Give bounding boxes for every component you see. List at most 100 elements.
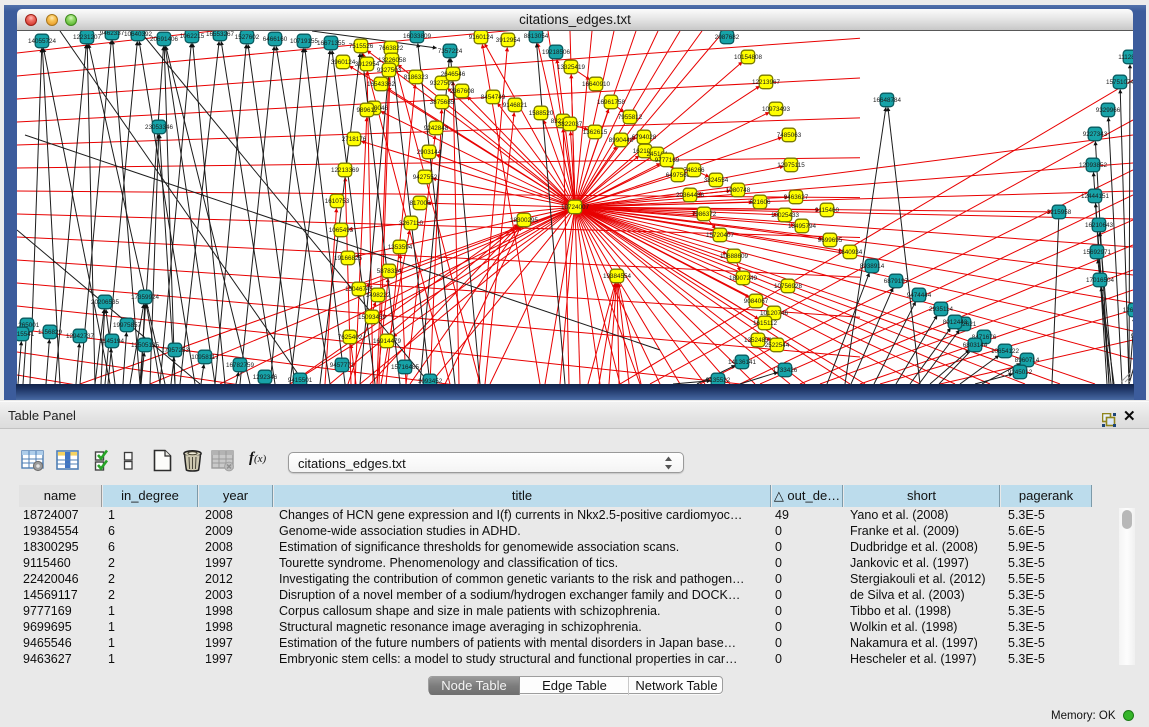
svg-text:14055724: 14055724 <box>28 38 57 45</box>
svg-text:3822037: 3822037 <box>558 121 583 128</box>
svg-text:10688609: 10688609 <box>720 253 749 260</box>
svg-text:1156829: 1156829 <box>38 329 63 336</box>
svg-text:8186323: 8186323 <box>404 74 429 81</box>
svg-text:10719155: 10719155 <box>290 38 319 45</box>
svg-text:3960124: 3960124 <box>331 59 356 66</box>
svg-text:16961758: 16961758 <box>597 99 626 106</box>
svg-text:989612: 989612 <box>356 107 378 114</box>
svg-text:19218506: 19218506 <box>542 49 571 56</box>
svg-text:2718176: 2718176 <box>342 136 367 143</box>
svg-text:9457771: 9457771 <box>330 362 355 369</box>
svg-text:9135522: 9135522 <box>706 377 731 384</box>
svg-text:1640934: 1640934 <box>838 249 863 256</box>
svg-text:9329966: 9329966 <box>1096 107 1121 114</box>
svg-text:10756928: 10756928 <box>774 283 803 290</box>
svg-text:10654122: 10654122 <box>991 348 1020 355</box>
svg-text:17957253: 17957253 <box>161 347 190 354</box>
svg-text:7515526: 7515526 <box>349 43 374 50</box>
svg-text:8990448: 8990448 <box>609 137 634 144</box>
svg-text:14136141: 14136141 <box>728 359 757 366</box>
svg-text:16671355: 16671355 <box>317 40 346 47</box>
svg-text:1145194: 1145194 <box>100 338 125 345</box>
svg-text:2087682: 2087682 <box>715 34 740 41</box>
svg-text:16914479: 16914479 <box>373 338 402 345</box>
svg-text:12093852: 12093852 <box>1079 162 1108 169</box>
svg-text:9415501: 9415501 <box>288 377 313 384</box>
svg-text:9245012: 9245012 <box>1131 333 1133 340</box>
svg-text:1267534: 1267534 <box>1123 307 1133 314</box>
svg-text:3912954: 3912954 <box>496 37 521 44</box>
svg-text:19166825: 19166825 <box>334 255 363 262</box>
svg-text:16553267: 16553267 <box>206 31 235 38</box>
svg-text:15093459: 15093459 <box>358 314 387 321</box>
svg-text:6803144: 6803144 <box>963 342 988 349</box>
svg-text:7625402: 7625402 <box>338 334 363 341</box>
svg-text:1498222: 1498222 <box>366 292 391 299</box>
svg-text:1080748: 1080748 <box>726 187 751 194</box>
svg-text:16543362: 16543362 <box>367 81 396 88</box>
svg-text:2935114: 2935114 <box>929 306 954 313</box>
svg-text:3875685: 3875685 <box>430 99 455 106</box>
svg-text:20364436: 20364436 <box>676 192 705 199</box>
svg-text:12444151: 12444151 <box>1081 193 1110 200</box>
svg-text:6794028: 6794028 <box>632 134 657 141</box>
svg-text:8813054: 8813054 <box>524 33 549 40</box>
svg-text:2367608: 2367608 <box>450 88 475 95</box>
svg-text:7986372: 7986372 <box>692 211 717 218</box>
svg-text:12231207: 12231207 <box>73 34 102 41</box>
svg-text:16782759: 16782759 <box>226 362 255 369</box>
svg-text:8012443: 8012443 <box>943 319 968 326</box>
svg-text:9227343: 9227343 <box>1083 131 1108 138</box>
svg-text:19384554: 19384554 <box>603 273 632 280</box>
svg-text:19975857: 19975857 <box>113 322 142 329</box>
svg-text:9474444: 9474444 <box>907 292 932 299</box>
svg-text:3824554: 3824554 <box>704 177 729 184</box>
svg-text:746266: 746266 <box>683 167 705 174</box>
svg-text:15716485: 15716485 <box>391 364 420 371</box>
svg-text:9245012: 9245012 <box>1008 369 1033 376</box>
svg-text:10973493: 10973493 <box>762 106 791 113</box>
svg-text:12213369: 12213369 <box>331 167 360 174</box>
svg-text:9462337: 9462337 <box>100 31 125 37</box>
svg-text:1062215: 1062215 <box>180 33 205 40</box>
svg-text:9146821: 9146821 <box>503 102 528 109</box>
svg-text:15720407: 15720407 <box>706 232 735 239</box>
svg-text:1588520: 1588520 <box>529 110 554 117</box>
svg-text:12942737: 12942737 <box>66 333 95 340</box>
svg-text:621606: 621606 <box>749 199 771 206</box>
svg-text:9427552: 9427552 <box>413 174 438 181</box>
svg-text:3215958: 3215958 <box>1047 209 1072 216</box>
svg-text:15751074: 15751074 <box>1106 79 1133 86</box>
svg-text:1615112: 1615112 <box>753 320 778 327</box>
svg-text:20206535: 20206535 <box>91 299 120 306</box>
svg-text:7357224: 7357224 <box>438 48 463 55</box>
svg-text:9115460: 9115460 <box>815 207 840 214</box>
svg-text:18724007: 18724007 <box>561 204 590 211</box>
svg-text:13495794: 13495794 <box>788 223 817 230</box>
svg-text:6879197: 6879197 <box>884 278 909 285</box>
svg-text:9463627: 9463627 <box>784 194 809 201</box>
svg-text:10025433: 10025433 <box>771 212 800 219</box>
svg-text:1292346: 1292346 <box>253 374 278 381</box>
svg-text:7485063: 7485063 <box>777 132 802 139</box>
svg-text:9084067: 9084067 <box>744 298 769 305</box>
svg-text:1112804: 1112804 <box>1118 54 1133 61</box>
svg-text:16648784: 16648784 <box>873 97 902 104</box>
svg-text:9699695: 9699695 <box>818 237 843 244</box>
svg-text:23053346: 23053346 <box>145 124 174 131</box>
svg-text:1610753: 1610753 <box>325 198 350 205</box>
svg-text:7955812: 7955812 <box>618 114 643 121</box>
svg-text:8938914: 8938914 <box>860 263 885 270</box>
svg-text:1065493: 1065493 <box>329 227 354 234</box>
svg-text:10154808: 10154808 <box>734 54 763 61</box>
svg-text:817006: 817006 <box>409 200 431 207</box>
svg-text:12505135: 12505135 <box>131 342 160 349</box>
svg-text:18300295: 18300295 <box>510 217 539 224</box>
svg-text:15692971: 15692971 <box>1083 249 1112 256</box>
svg-text:10958117: 10958117 <box>191 354 219 361</box>
svg-text:8454749: 8454749 <box>481 94 506 101</box>
svg-text:13325419: 13325419 <box>557 64 586 71</box>
svg-text:3267110: 3267110 <box>399 220 424 227</box>
svg-text:16640910: 16640910 <box>582 81 611 88</box>
svg-text:7663822: 7663822 <box>379 45 404 52</box>
